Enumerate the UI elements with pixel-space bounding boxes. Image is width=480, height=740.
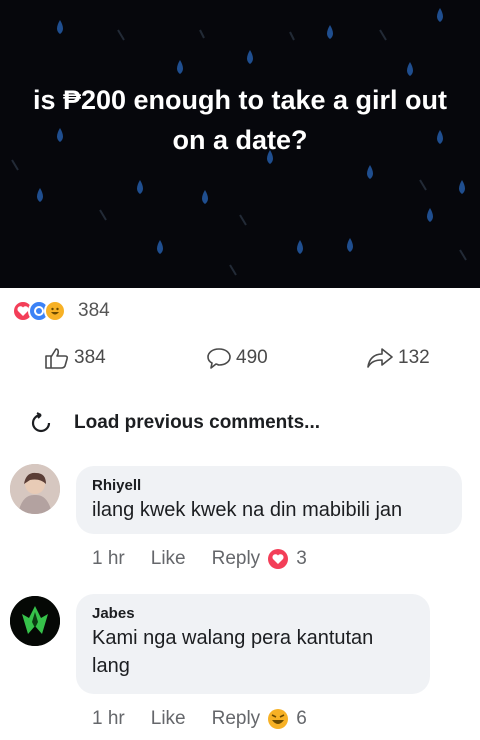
avatar[interactable] [10, 464, 60, 514]
comment-reply-button[interactable]: Reply [212, 708, 261, 730]
person-photo-icon [10, 464, 60, 514]
post-image[interactable]: is ₱200 enough to take a girl out on a d… [0, 0, 480, 288]
load-previous-comments[interactable]: Load previous comments... [30, 406, 320, 440]
avatar[interactable] [10, 596, 60, 646]
comment-bubble[interactable]: Jabes Kami nga walang pera kantutan lang [76, 594, 430, 694]
comment-reactions[interactable]: 6 [268, 708, 307, 730]
comment-text: ilang kwek kwek na din mabibili jan [92, 499, 403, 521]
load-previous-label: Load previous comments... [74, 412, 320, 433]
comment-count: 490 [236, 347, 268, 368]
haha-reaction-icon [268, 709, 289, 729]
comment-like-button[interactable]: Like [151, 548, 186, 570]
comment-time[interactable]: 1 hr [92, 548, 125, 570]
love-reaction-icon [268, 549, 289, 569]
like-button[interactable]: 384 [44, 340, 106, 376]
like-count: 384 [74, 347, 106, 368]
reaction-count: 384 [78, 300, 110, 321]
comment-reaction-count: 6 [296, 708, 307, 729]
comment-author[interactable]: Rhiyell [92, 476, 446, 496]
share-button[interactable]: 132 [366, 340, 430, 376]
reaction-summary[interactable]: 384 [12, 298, 110, 324]
comment-text: Kami nga walang pera kantutan lang [92, 627, 374, 677]
post-title: is ₱200 enough to take a girl out on a d… [32, 85, 448, 155]
share-arrow-icon [367, 348, 393, 368]
comment-meta: 1 hr Like Reply 3 [92, 548, 307, 570]
comment-button[interactable]: 490 [206, 340, 480, 376]
comment-like-button[interactable]: Like [151, 708, 186, 730]
comment-bubble[interactable]: Rhiyell ilang kwek kwek na din mabibili … [76, 466, 462, 534]
refresh-icon [31, 412, 51, 433]
comment-icon [207, 348, 231, 369]
comment-reply-button[interactable]: Reply [212, 548, 261, 570]
share-count: 132 [398, 347, 430, 368]
green-emblem-icon [10, 596, 60, 646]
comment-meta: 1 hr Like Reply 6 [92, 708, 307, 730]
post-actions: 384 490 132 [0, 340, 480, 376]
haha-reaction-icon [44, 300, 66, 322]
comment-reaction-count: 3 [296, 548, 307, 569]
comment-author[interactable]: Jabes [92, 604, 414, 624]
comment-reactions[interactable]: 3 [268, 548, 307, 570]
thumbs-up-icon [45, 348, 69, 369]
comment-time[interactable]: 1 hr [92, 708, 125, 730]
